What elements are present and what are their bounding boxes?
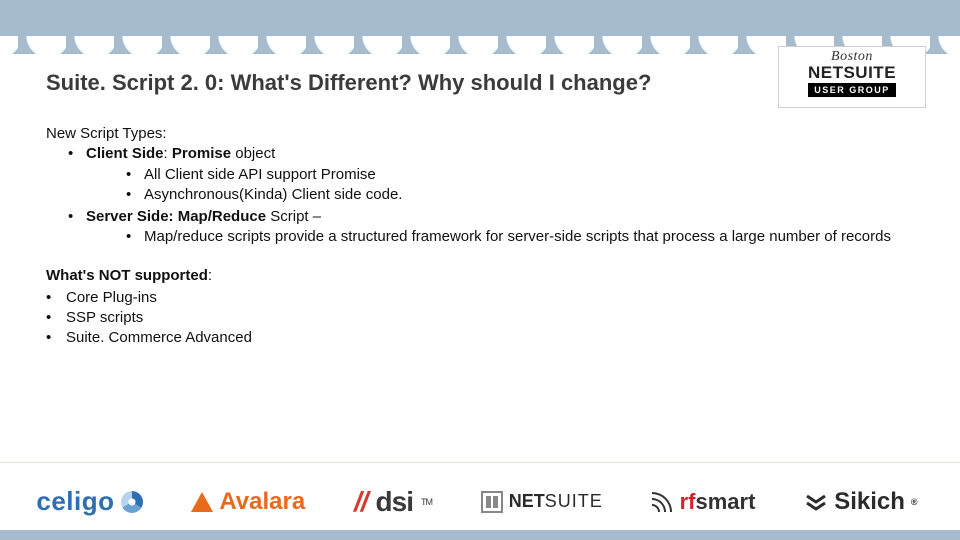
dsi-slashes-icon: // (354, 486, 368, 518)
celigo-dot-icon (121, 491, 143, 513)
server-side-bold: Server Side: Map/Reduce (86, 208, 266, 225)
sponsor-netsuite-logo: NETSUITE (481, 491, 603, 513)
not-supported-list: •Core Plug-ins •SSP scripts •Suite. Comm… (46, 288, 930, 349)
client-sub1: All Client side API support Promise (144, 165, 930, 185)
client-side-bold: Client Side (86, 145, 164, 162)
sponsor-footer: celigo Avalara //dsiTM NETSUITE rfsmart … (0, 462, 960, 540)
bullet-icon: • (68, 144, 86, 164)
server-sub1: Map/reduce scripts provide a structured … (144, 227, 930, 247)
slide-body: New Script Types: • Client Side: Promise… (46, 124, 930, 349)
new-script-types-heading: New Script Types: (46, 124, 930, 144)
bullet-icon: • (126, 165, 144, 185)
bullet-icon: • (68, 207, 86, 227)
client-sub2: Asynchronous(Kinda) Client side code. (144, 185, 930, 205)
sponsor-celigo-logo: celigo (36, 486, 142, 517)
sponsor-dsi-logo: //dsiTM (354, 486, 432, 518)
sponsor-rfsmart-logo: rfsmart (652, 489, 756, 515)
logo-user-group-badge: USER GROUP (808, 83, 896, 97)
sponsor-avalara-logo: Avalara (191, 488, 305, 516)
bullet-icon: • (126, 185, 144, 205)
not-supported-item: Core Plug-ins (66, 288, 157, 308)
bullet-icon: • (46, 288, 66, 308)
logo-netsuite-text: NETSUITE (808, 64, 896, 81)
script-types-list: • Client Side: Promise object • All Clie… (46, 144, 930, 247)
sikich-chevron-icon (804, 490, 828, 514)
bullet-icon: • (126, 227, 144, 247)
not-supported-item: SSP scripts (66, 308, 143, 328)
boston-netsuite-user-group-logo: Boston NETSUITE USER GROUP (778, 46, 926, 108)
promise-bold: Promise (172, 145, 231, 162)
bullet-icon: • (46, 308, 66, 328)
not-supported-item: Suite. Commerce Advanced (66, 328, 252, 348)
server-side-line: Server Side: Map/Reduce Script – (86, 207, 930, 227)
not-supported-heading: What's NOT supported: (46, 266, 930, 286)
client-side-line: Client Side: Promise object (86, 144, 930, 164)
netsuite-mark-icon (481, 491, 503, 513)
bullet-icon: • (46, 328, 66, 348)
rfsmart-waves-icon (652, 492, 672, 512)
avalara-triangle-icon (191, 492, 213, 512)
sponsor-sikich-logo: Sikich® (804, 488, 917, 516)
